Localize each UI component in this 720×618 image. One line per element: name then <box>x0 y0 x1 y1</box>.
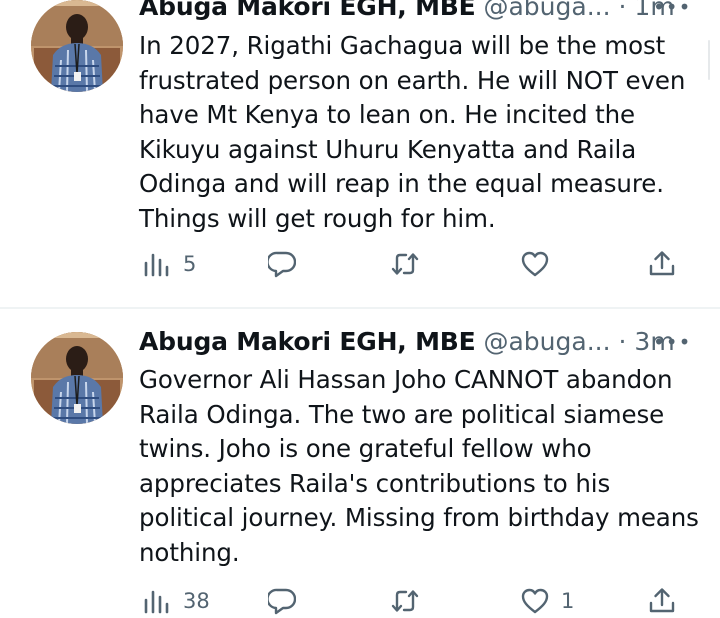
more-dots-icon[interactable]: ••• <box>653 0 691 24</box>
like-button[interactable]: 1 <box>521 584 574 618</box>
tweet-header: Abuga Makori EGH, MBE @abuga... · 3m <box>139 325 675 359</box>
views-button[interactable]: 38 <box>143 584 210 618</box>
tweet-text: In 2027, Rigathi Gachagua will be the mo… <box>139 31 686 233</box>
views-count: 5 <box>183 252 197 276</box>
speech-bubble-icon <box>268 588 296 615</box>
bar-chart-icon <box>144 590 169 614</box>
share-icon <box>649 588 675 613</box>
heart-icon <box>521 588 549 614</box>
action-bar: 5 <box>0 247 720 281</box>
author-handle[interactable]: @abuga... <box>483 0 610 21</box>
views-count: 38 <box>183 589 210 613</box>
retweet-button[interactable] <box>391 247 431 281</box>
retweet-icon <box>391 253 419 275</box>
like-button[interactable] <box>521 247 561 281</box>
tweet[interactable]: Abuga Makori EGH, MBE @abuga... · 1m •••… <box>0 0 720 308</box>
retweet-button[interactable] <box>391 584 431 618</box>
share-button[interactable] <box>648 584 676 618</box>
avatar[interactable] <box>31 332 123 424</box>
reply-button[interactable] <box>268 584 308 618</box>
share-icon <box>649 251 675 276</box>
heart-icon <box>521 251 549 277</box>
bar-chart-icon <box>144 253 169 277</box>
retweet-icon <box>391 590 419 612</box>
tweet-header: Abuga Makori EGH, MBE @abuga... · 1m <box>139 0 675 24</box>
avatar[interactable] <box>31 0 123 92</box>
separator-dot: · <box>618 0 627 21</box>
likes-count: 1 <box>561 589 575 613</box>
author-handle[interactable]: @abuga... <box>483 327 610 356</box>
scrollbar-thumb[interactable] <box>708 40 710 80</box>
action-bar: 38 1 <box>0 584 720 618</box>
reply-button[interactable] <box>268 247 308 281</box>
speech-bubble-icon <box>268 251 296 278</box>
tweet[interactable]: Abuga Makori EGH, MBE @abuga... · 3m •••… <box>0 309 720 618</box>
separator-dot: · <box>618 327 627 356</box>
timeline-feed: Abuga Makori EGH, MBE @abuga... · 1m •••… <box>0 0 720 618</box>
tweet-text: Governor Ali Hassan Joho CANNOT abandon … <box>139 365 699 567</box>
share-button[interactable] <box>648 247 676 281</box>
author-name[interactable]: Abuga Makori EGH, MBE <box>139 0 476 21</box>
more-dots-icon[interactable]: ••• <box>653 325 691 359</box>
views-button[interactable]: 5 <box>143 247 196 281</box>
author-name[interactable]: Abuga Makori EGH, MBE <box>139 327 476 356</box>
